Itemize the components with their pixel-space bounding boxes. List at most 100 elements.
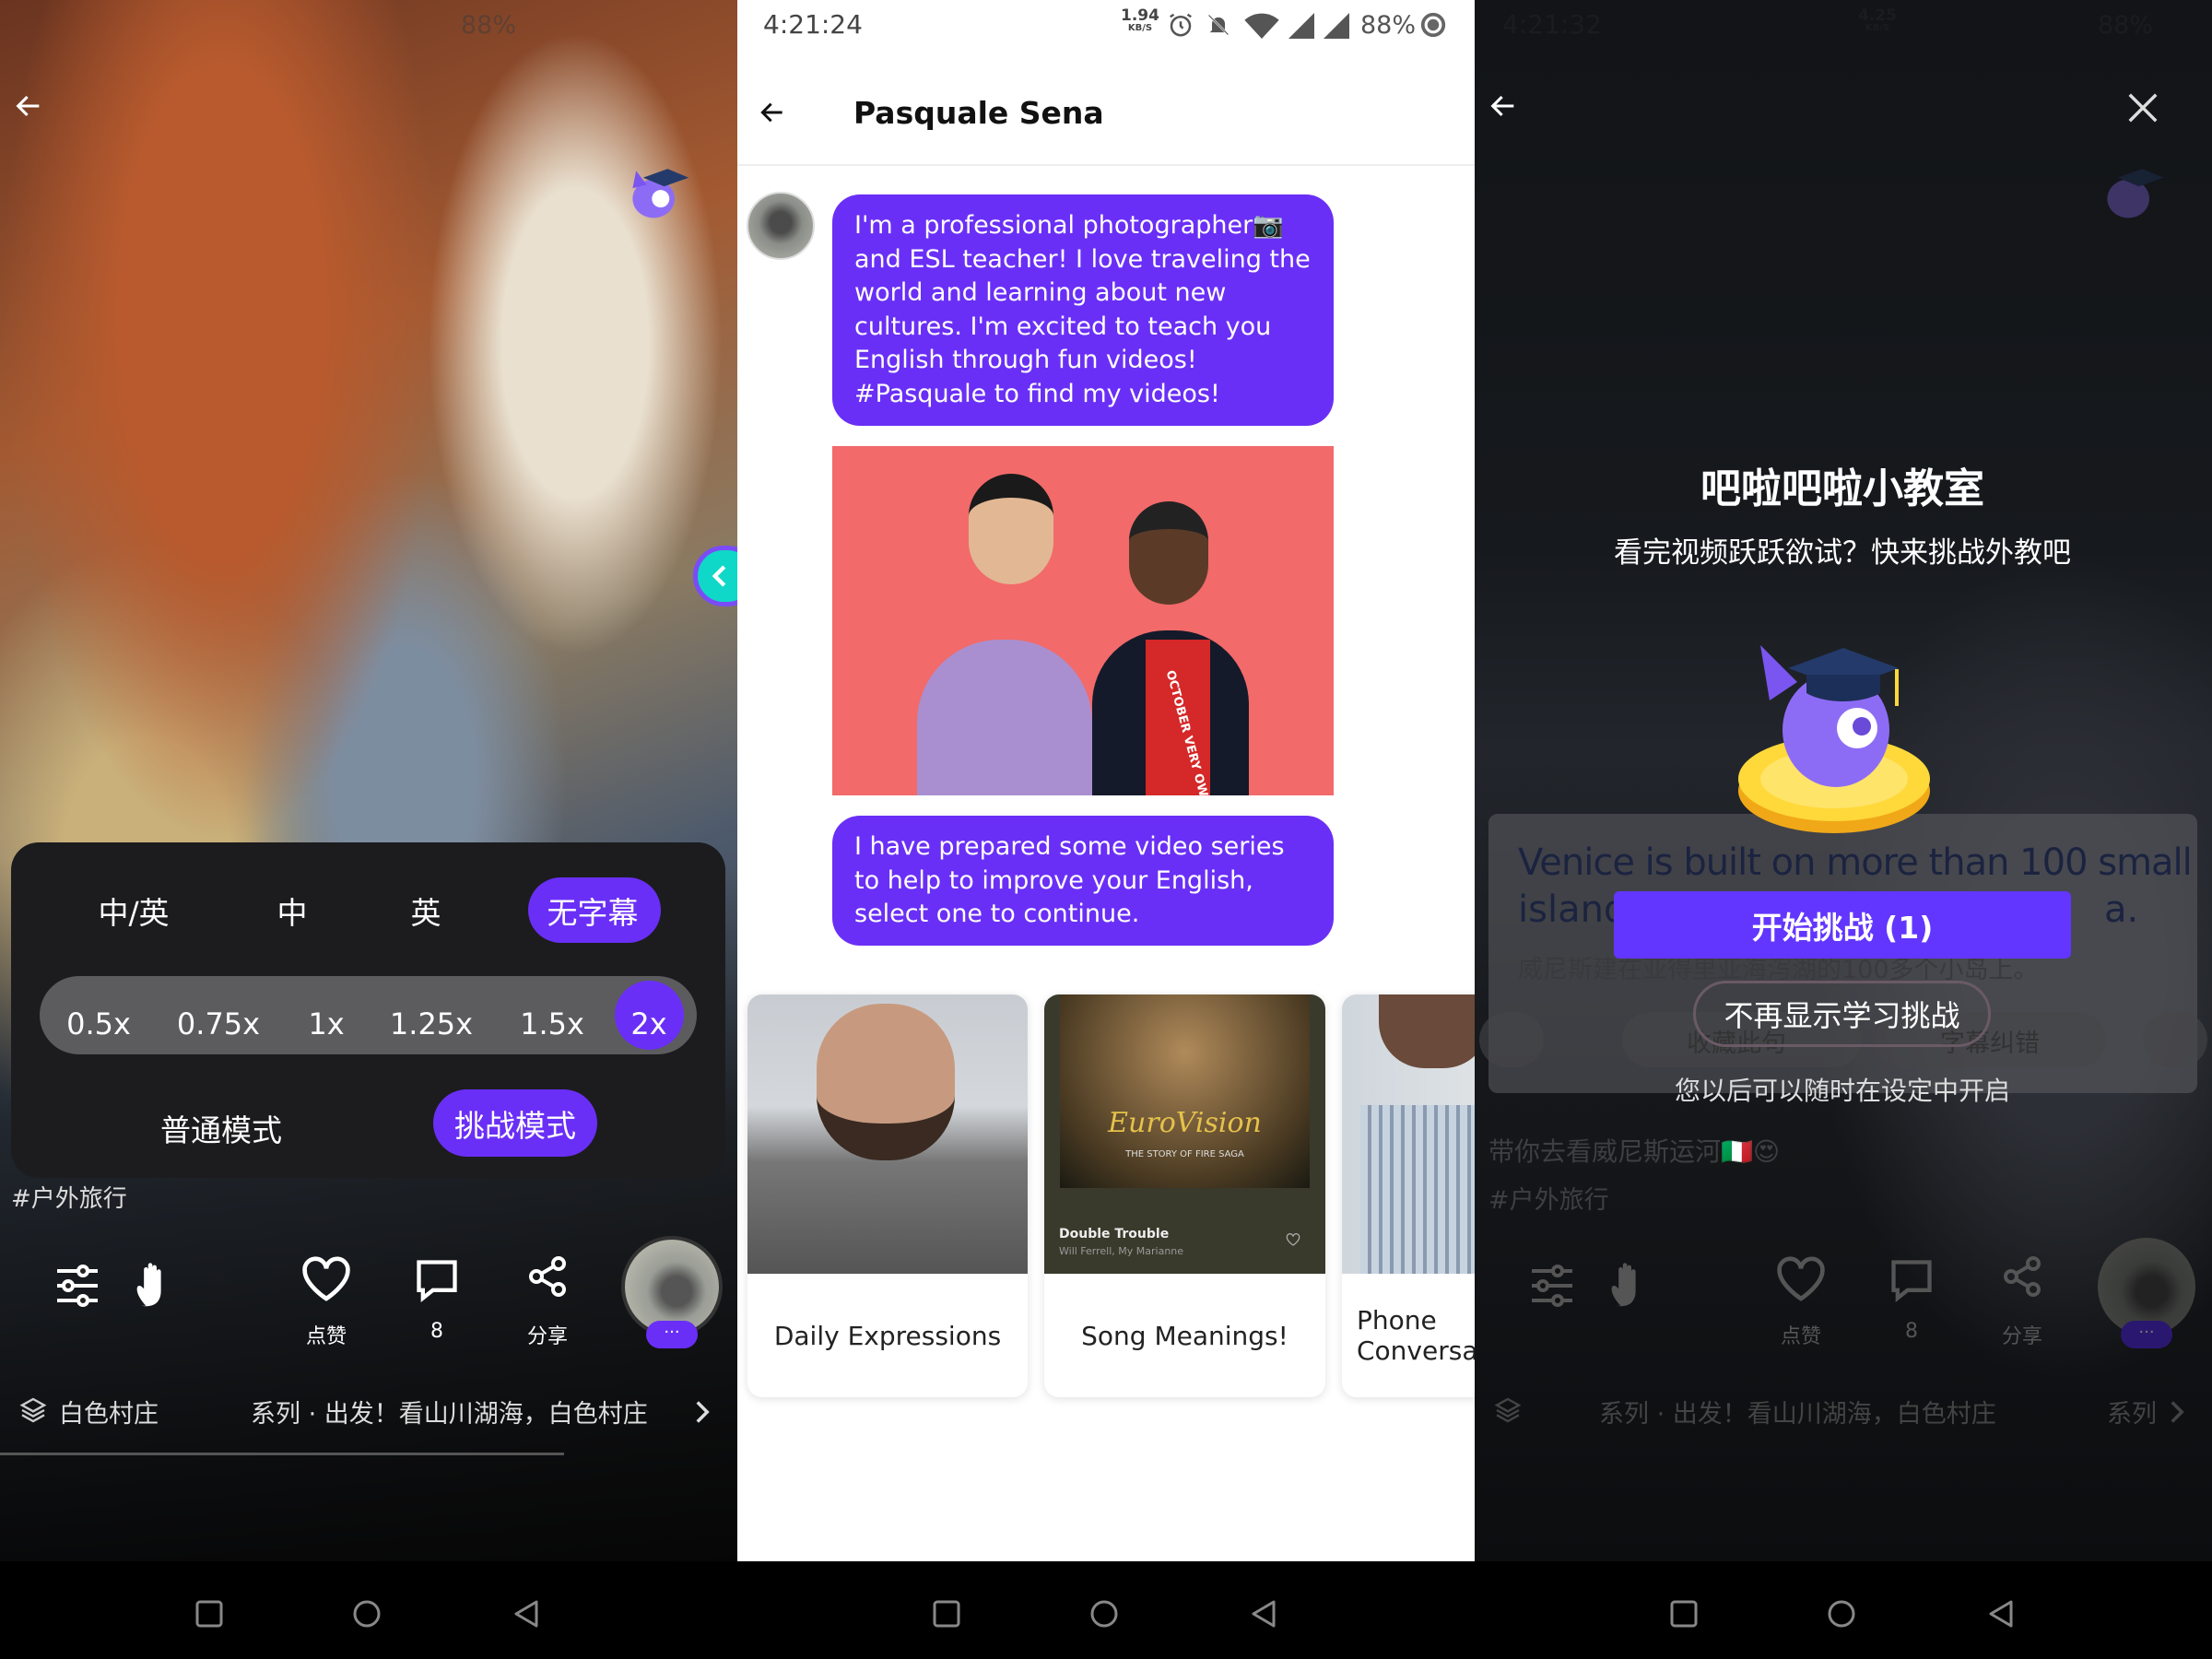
start-challenge-button[interactable]: 开始挑战 (1) (1614, 891, 2071, 959)
card-title: Song Meanings! (1081, 1320, 1288, 1351)
more-button: ··· (2121, 1321, 2172, 1348)
sentence-english: Venice is built on more than 100 small (1518, 841, 2193, 884)
share-label: 分享 (2001, 1325, 2043, 1348)
chat-message: I'm a professional photographer📷 and ESL… (832, 194, 1334, 426)
next-sentence-button[interactable] (2143, 1012, 2207, 1067)
wifi-icon (1244, 13, 1279, 39)
chevron-right-icon (2171, 1401, 2184, 1423)
video-player-panel: 88% 中/英 中 英 无字幕 0.5x 0.75x 1x 1.25x 1.5x… (0, 0, 737, 1561)
teacher-avatar[interactable] (747, 192, 815, 260)
share-label: 分享 (526, 1325, 569, 1348)
wave-hand-icon (1611, 1263, 1636, 1307)
recents-button[interactable] (931, 1598, 962, 1630)
heart-icon[interactable] (300, 1255, 352, 1303)
speed-value: 1.94 (1121, 6, 1159, 25)
mascot-icon[interactable] (622, 157, 692, 227)
series-partial[interactable]: 白色村庄 (59, 1394, 159, 1430)
face (817, 1004, 955, 1160)
share-icon[interactable] (525, 1253, 570, 1300)
card-thumbnail: EuroVision THE STORY OF FIRE SAGA Double… (1044, 994, 1325, 1274)
back-button[interactable] (1248, 1598, 1279, 1630)
progress-divider (0, 1453, 564, 1455)
battery-text: 88% (1360, 11, 1417, 40)
back-arrow-icon[interactable] (13, 90, 44, 122)
series-card-daily-expressions[interactable]: Daily Expressions (747, 994, 1028, 1397)
back-button[interactable] (1985, 1598, 2017, 1630)
person-face (969, 474, 1053, 584)
series-card-phone-conversation[interactable]: Phone Conversa (1342, 994, 1489, 1397)
poster-title: EuroVision (1108, 1107, 1262, 1139)
status-time: 4:21:24 (763, 9, 863, 40)
speed-option-2x[interactable]: 2x (630, 994, 666, 1054)
hashtag[interactable]: #户外旅行 (11, 1180, 127, 1214)
home-button[interactable] (1088, 1598, 1120, 1630)
sentence-english-end: a. (2104, 888, 2139, 931)
subtitle-option-none[interactable]: 无字幕 (547, 888, 639, 933)
network-speed: 1.94 KB/S (1121, 6, 1159, 35)
comment-count: 8 (1905, 1320, 1918, 1343)
mute-bell-icon (1207, 14, 1230, 36)
normal-mode-option[interactable]: 普通模式 (160, 1106, 282, 1150)
more-button[interactable]: ··· (646, 1321, 698, 1348)
person-face (1129, 501, 1208, 605)
song-artist: Will Ferrell, My Marianne (1059, 1245, 1184, 1257)
card-title: Phone Conversa (1357, 1305, 1478, 1366)
signal-icon (1288, 13, 1314, 39)
card-thumbnail (747, 994, 1028, 1274)
subtitle-settings-icon[interactable] (53, 1263, 101, 1309)
layers-icon (1494, 1397, 1522, 1423)
speed-selector (40, 976, 697, 1054)
subtitle-option-chinese[interactable]: 中 (277, 888, 308, 933)
teacher-photo[interactable]: OCTOBER VERY OWN (832, 446, 1334, 795)
close-icon[interactable] (2125, 90, 2160, 125)
subtitle-option-bilingual[interactable]: 中/英 (98, 888, 169, 933)
chevron-right-icon[interactable] (693, 1399, 712, 1425)
battery-text: 88% (461, 11, 517, 40)
poster-subtitle: THE STORY OF FIRE SAGA (1125, 1149, 1244, 1159)
wave-hand-icon[interactable] (131, 1259, 182, 1314)
video-caption: 带你去看威尼斯运河🇮🇹😍 (1488, 1136, 1781, 1167)
series-card-song-meanings[interactable]: EuroVision THE STORY OF FIRE SAGA Double… (1044, 994, 1325, 1397)
mascot-icon (2107, 169, 2164, 218)
card-thumbnail (1342, 994, 1489, 1274)
dismiss-challenge-button[interactable]: 不再显示学习挑战 (1693, 981, 1991, 1047)
back-arrow-icon[interactable] (1488, 90, 1519, 122)
recents-button[interactable] (194, 1598, 225, 1630)
subtitle-option-english[interactable]: 英 (411, 888, 441, 933)
person-hoodie (917, 640, 1092, 795)
challenge-mode-option[interactable]: 挑战模式 (433, 1089, 597, 1157)
layers-icon (19, 1397, 47, 1423)
dialog-title: 吧啦吧啦小教室 (1700, 465, 1984, 512)
side-drawer-tab[interactable] (693, 546, 737, 606)
speed-option-1x[interactable]: 1x (308, 994, 344, 1054)
start-challenge-label: 开始挑战 (1) (1751, 909, 1934, 946)
recents-button[interactable] (1668, 1598, 1700, 1630)
back-arrow-icon[interactable] (758, 98, 787, 127)
speed-option-0.5x[interactable]: 0.5x (66, 994, 131, 1054)
poster: EuroVision THE STORY OF FIRE SAGA (1060, 994, 1310, 1188)
prev-sentence-button[interactable] (1479, 1012, 1544, 1067)
shirt-text: OCTOBER VERY OWN (1162, 668, 1213, 795)
speed-option-1.5x[interactable]: 1.5x (520, 994, 584, 1054)
speed-option-0.75x[interactable]: 0.75x (177, 994, 260, 1054)
heart-icon (1777, 1256, 1825, 1301)
back-button[interactable] (511, 1598, 542, 1630)
home-button[interactable] (1826, 1598, 1857, 1630)
speed-option-1.25x[interactable]: 1.25x (390, 994, 473, 1054)
like-label: 点赞 (1780, 1325, 1822, 1348)
alarm-icon (1170, 13, 1192, 37)
challenge-dialog-panel: 4:21:32 4.25 KB/S 88% 吧啦吧啦小教室 看完视频跃跃欲试？快… (1475, 0, 2212, 1561)
comment-icon[interactable] (413, 1255, 461, 1305)
comment-icon (1891, 1260, 1932, 1303)
card-title: Daily Expressions (773, 1320, 1002, 1351)
series-link[interactable]: 系列 · 出发！看山川湖海，白色村庄 (251, 1394, 648, 1430)
series-link: 系列 · 出发！看山川湖海，白色村庄 (1599, 1400, 1996, 1429)
like-label: 点赞 (305, 1325, 347, 1348)
header-divider (737, 164, 1475, 166)
dialog-note: 您以后可以随时在设定中开启 (1674, 1076, 2011, 1106)
battery-ring-icon (1420, 12, 1446, 38)
home-button[interactable] (351, 1598, 382, 1630)
heart-icon (1286, 1233, 1300, 1246)
status-time: 4:21:32 (1502, 9, 1602, 40)
song-title: Double Trouble (1059, 1227, 1170, 1241)
